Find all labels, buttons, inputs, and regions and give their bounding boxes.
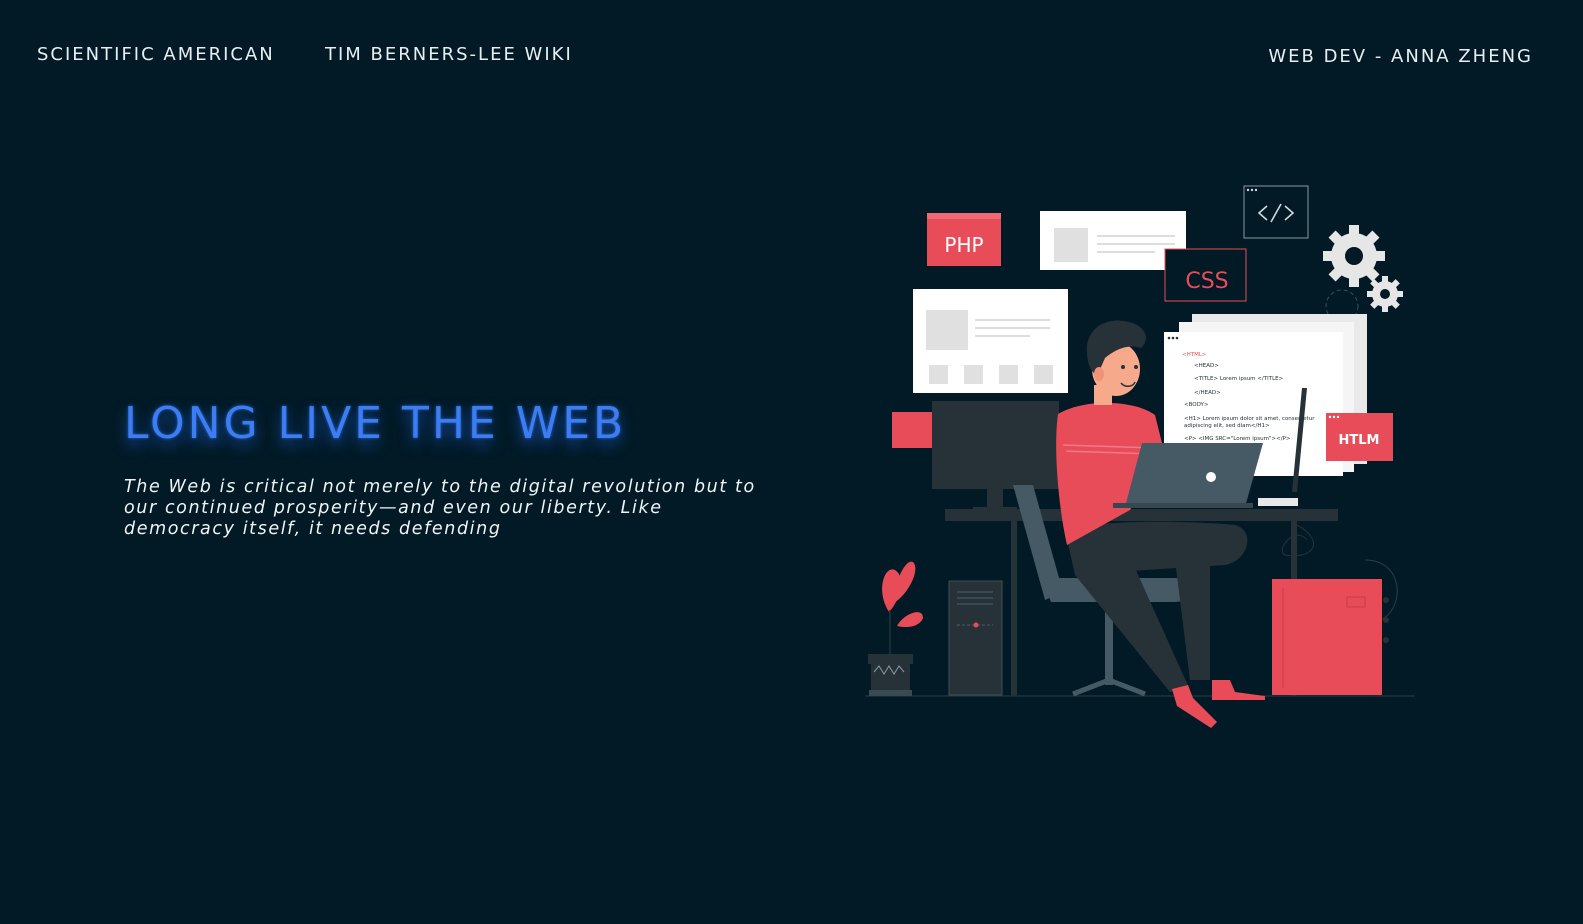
hero-description: The Web is critical not merely to the di… [124, 477, 756, 539]
svg-text:CSS: CSS [1185, 269, 1228, 294]
nav-link-scientific-american[interactable]: SCIENTIFIC AMERICAN [37, 44, 275, 65]
gear-small-icon [1367, 276, 1403, 312]
small-red-tab [892, 412, 932, 448]
web-developer-illustration: PHP CSS <HTML> <HEAD> <TITLE> Lorem ipsu… [865, 185, 1415, 728]
nav-link-author[interactable]: WEB DEV - ANNA ZHENG [1268, 46, 1533, 67]
svg-text:<BODY>: <BODY> [1184, 402, 1209, 408]
svg-text:adipiscing elit, sed diam</H1>: adipiscing elit, sed diam</H1> [1184, 423, 1270, 429]
svg-text:</HEAD>: </HEAD> [1194, 390, 1221, 396]
cable [1282, 524, 1315, 557]
nav-link-tim-berners-lee-wiki[interactable]: TIM BERNERS-LEE WIKI [325, 44, 573, 65]
plant-icon [868, 561, 923, 696]
svg-text:HTLM: HTLM [1339, 433, 1380, 448]
desktop-monitor [932, 401, 1059, 512]
gear-icon [1323, 225, 1385, 287]
svg-text:PHP: PHP [944, 233, 983, 257]
svg-text:<HEAD>: <HEAD> [1194, 363, 1219, 369]
browser-window-left [913, 289, 1068, 393]
css-tag: CSS [1164, 248, 1247, 302]
hero-title: LONG LIVE THE WEB [124, 398, 627, 449]
drawer-cabinet [1272, 579, 1389, 695]
php-tag: PHP [927, 213, 1001, 266]
pc-tower [948, 580, 1003, 696]
svg-text:<P> <IMG SRC="Lorem ipsum"></P: <P> <IMG SRC="Lorem ipsum"></P> [1184, 436, 1291, 442]
htlm-tag: HTLM [1326, 413, 1393, 461]
code-window-icon [1243, 185, 1309, 239]
svg-text:<H1> Lorem ipsum dolor sit ame: <H1> Lorem ipsum dolor sit amet, consect… [1184, 416, 1315, 422]
svg-text:<HTML>: <HTML> [1182, 352, 1207, 358]
svg-text:<TITLE> Lorem ipsum </TITLE>: <TITLE> Lorem ipsum </TITLE> [1194, 376, 1284, 382]
browser-window-top [1040, 211, 1186, 270]
